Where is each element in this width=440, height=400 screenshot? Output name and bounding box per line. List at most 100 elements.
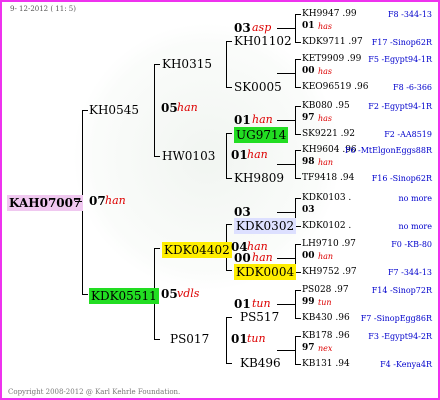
- tree-line: [226, 133, 227, 178]
- tree-line: [295, 290, 301, 291]
- generation-year: 01: [234, 113, 251, 127]
- ancestor-info: F7 -344-13: [387, 268, 432, 277]
- breed-code: tun: [247, 332, 266, 345]
- print-date: 9- 12-2012 ( 11: 5): [10, 5, 76, 13]
- generation-year: 98: [302, 157, 315, 167]
- ancestor-name: KH9752 .97: [302, 267, 357, 277]
- tree-line: [82, 294, 88, 295]
- tree-line: [226, 41, 227, 87]
- generation-year: 01: [234, 297, 251, 311]
- tree-line: [277, 28, 295, 29]
- ancestor-info: F5 -Egypt94-1R: [368, 55, 432, 64]
- tree-line: [154, 64, 160, 65]
- ancestor-info: F0 -KB-80: [391, 240, 432, 249]
- copyright-notice: Copyright 2008-2012 @ Karl Kehrle Founda…: [8, 388, 181, 396]
- tree-line: [295, 59, 296, 87]
- tree-line: [82, 110, 88, 111]
- ancestor-name: KDK04402: [162, 242, 232, 258]
- tree-line: [295, 14, 296, 42]
- generation-year: 03: [302, 205, 315, 215]
- breed-code: vdls: [177, 287, 200, 300]
- pedigree-chart: 9- 12-2012 ( 11: 5) Copyright 2008-2012 …: [0, 0, 440, 400]
- ancestor-info: F6 -MtElgonEggs88R: [344, 146, 432, 155]
- ancestor-name: PS017: [170, 332, 210, 346]
- generation-year: 03: [234, 205, 251, 219]
- ancestor-name: TF9418 .94: [302, 173, 355, 183]
- breed-code: has: [318, 22, 333, 31]
- ancestor-name: KH01102: [234, 34, 292, 48]
- tree-line: [295, 318, 301, 319]
- tree-line: [154, 248, 160, 249]
- tree-line: [295, 14, 301, 15]
- ancestor-name: KH0545: [89, 103, 139, 117]
- breed-code: asp: [252, 21, 272, 34]
- ancestor-info: F14 -Sinop72R: [371, 286, 432, 295]
- tree-line: [295, 150, 301, 151]
- ancestor-info: no more: [398, 222, 432, 231]
- tree-line: [277, 73, 295, 74]
- tree-line: [295, 290, 296, 318]
- tree-line: [277, 258, 295, 259]
- tree-line: [295, 106, 301, 107]
- generation-year: 99: [302, 297, 315, 307]
- ancestor-name: KH9947 .99: [302, 9, 357, 19]
- generation-year: 05: [161, 287, 178, 301]
- ancestor-info: F8 -6-366: [393, 83, 432, 92]
- tree-line: [154, 339, 160, 340]
- ancestor-name: KET9909 .99: [302, 54, 362, 64]
- tree-line: [226, 317, 227, 363]
- tree-line: [295, 59, 301, 60]
- generation-year: 03: [234, 21, 251, 35]
- tree-line: [226, 317, 232, 318]
- ancestor-name: KB430 .96: [302, 313, 350, 323]
- ancestor-name: KB496: [240, 356, 281, 370]
- tree-line: [295, 87, 301, 88]
- breed-code: has: [318, 67, 333, 76]
- breed-code: han: [105, 194, 126, 207]
- tree-line: [75, 201, 82, 202]
- ancestor-name: KB080 .95: [302, 101, 350, 111]
- tree-line: [226, 178, 232, 179]
- ancestor-name: SK0005: [234, 80, 282, 94]
- tree-line: [295, 178, 301, 179]
- tree-line: [295, 364, 301, 365]
- tree-line: [295, 336, 301, 337]
- tree-line: [295, 336, 296, 364]
- tree-line: [295, 134, 301, 135]
- ancestor-name: KB131 .94: [302, 359, 350, 369]
- ancestor-name: PS028 .97: [302, 285, 349, 295]
- tree-line: [226, 270, 232, 271]
- ancestor-info: F2 -Egypt94-1R: [368, 102, 432, 111]
- generation-year: 04: [231, 240, 248, 254]
- ancestor-name: KB178 .96: [302, 331, 350, 341]
- tree-line: [277, 212, 295, 213]
- tree-line: [226, 363, 232, 364]
- ancestor-info: F7 -SinopEgg86R: [360, 314, 432, 323]
- generation-year: 01: [302, 21, 315, 31]
- ancestor-name: KH0315: [162, 57, 212, 71]
- ancestor-name: PS517: [240, 310, 280, 324]
- ancestor-info: F8 -344-13: [387, 10, 432, 19]
- breed-code: han: [318, 158, 334, 167]
- tree-line: [226, 87, 232, 88]
- ancestor-info: F16 -Sinop62R: [371, 174, 432, 183]
- tree-line: [226, 41, 232, 42]
- breed-code: han: [318, 252, 334, 261]
- breed-code: has: [318, 114, 333, 123]
- ancestor-name: KH9809: [234, 171, 284, 185]
- tree-line: [277, 304, 295, 305]
- breed-code: tun: [318, 298, 332, 307]
- ancestor-info: no more: [398, 194, 432, 203]
- generation-year: 07: [89, 194, 106, 208]
- ancestor-info: F2 -AA8519: [384, 130, 432, 139]
- tree-line: [277, 350, 295, 351]
- tree-line: [295, 198, 301, 199]
- ancestor-name: LH9710 .97: [302, 239, 356, 249]
- generation-year: 00: [302, 251, 315, 261]
- generation-year: 97: [302, 113, 315, 123]
- ancestor-name: KDK05511: [89, 288, 159, 304]
- ancestor-info: F4 -Kenya4R: [380, 360, 432, 369]
- breed-code: han: [247, 148, 268, 161]
- ancestor-name: UG9714: [234, 127, 289, 143]
- tree-line: [154, 156, 160, 157]
